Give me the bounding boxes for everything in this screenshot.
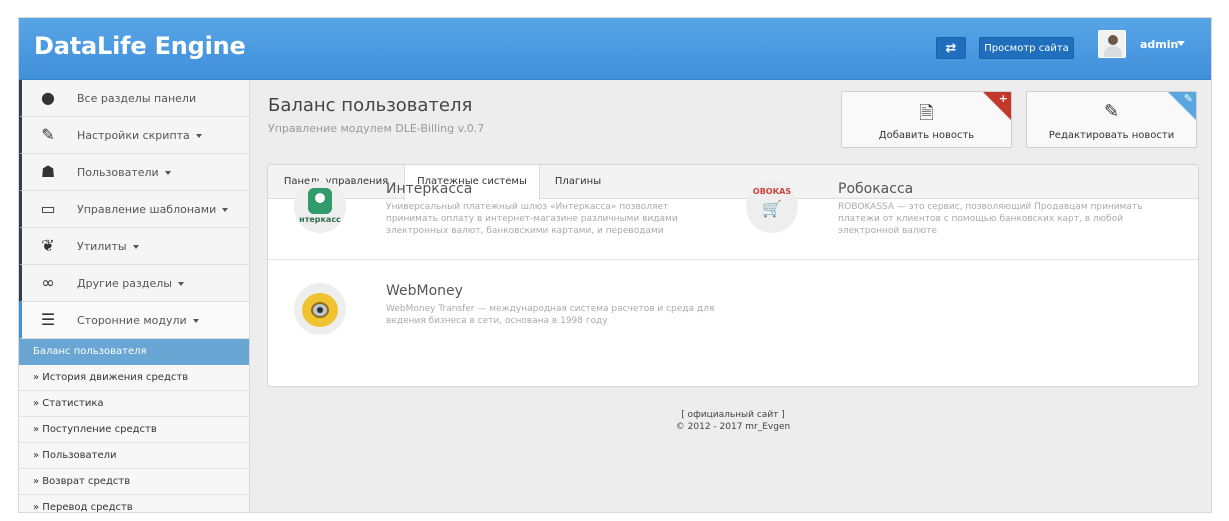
list-icon: ☰ [40, 310, 56, 329]
sidebar-sub-item[interactable]: » Статистика [19, 391, 249, 417]
view-site-button[interactable]: Просмотр сайта [979, 37, 1074, 59]
sidebar-item-text: Сторонние модули [77, 314, 187, 327]
sidebar-item-text: Настройки скрипта [77, 129, 190, 142]
sidebar-item-text: Пользователи [77, 166, 159, 179]
interkassa-logo-text: нтеркасс [299, 215, 341, 224]
chevron-down-icon [177, 282, 184, 286]
divider [268, 259, 1198, 260]
avatar-body [1104, 46, 1122, 57]
sidebar: ● Все разделы панели ✎ Настройки скрипта… [19, 80, 250, 512]
sidebar-item-label: Все разделы панели [77, 92, 197, 105]
sidebar-sub-item[interactable]: » Пользователи [19, 443, 249, 469]
user-name[interactable]: admin [1140, 38, 1178, 51]
webmoney-logo [294, 283, 346, 335]
sidebar-sub-active[interactable]: Баланс пользователя [19, 339, 249, 365]
document-icon: 🗎 [919, 103, 934, 124]
sidebar-item-label: Настройки скрипта [77, 129, 202, 142]
sidebar-item-label: Другие разделы [77, 277, 184, 290]
leaf-icon: ❦ [41, 236, 55, 255]
brand-logo[interactable]: DataLife Engine [34, 32, 246, 60]
edit-news-button[interactable]: ✎ ✎ Редактировать новости [1026, 91, 1197, 148]
robokassa-description: ROBOKASSA — это сервис, позволяющий Прод… [838, 202, 1143, 236]
sidebar-item-utilities[interactable]: ❦ Утилиты [19, 228, 249, 265]
user-icon: ☗ [40, 162, 56, 181]
sidebar-item-script-settings[interactable]: ✎ Настройки скрипта [19, 117, 249, 154]
robokassa-logo-text: ОВОКАS [752, 187, 792, 196]
interkassa-logo: нтеркасс [294, 181, 346, 233]
chevron-down-icon [195, 134, 202, 138]
webmoney-description: WebMoney Transfer — международная систем… [386, 304, 715, 326]
chevron-down-icon[interactable] [1177, 41, 1185, 46]
sidebar-item-templates[interactable]: ▭ Управление шаблонами [19, 191, 249, 228]
webmoney-logo-pupil [317, 307, 323, 313]
sidebar-sub-item[interactable]: » Поступление средств [19, 417, 249, 443]
swap-icon[interactable]: ⇄ [936, 37, 966, 59]
robokassa-logo: ОВОКАS 🛒 [746, 181, 798, 233]
footer: [ официальный сайт ] © 2012 - 2017 mr_Ev… [267, 409, 1199, 433]
sidebar-sub-item[interactable]: » Возврат средств [19, 469, 249, 495]
chevron-down-icon [192, 319, 199, 323]
wrench-icon: ✎ [41, 125, 55, 144]
avatar-head [1108, 35, 1118, 45]
robokassa-name[interactable]: Робокасса [838, 181, 913, 197]
sidebar-sub-item[interactable]: » Перевод средств [19, 495, 249, 512]
official-site-link[interactable]: [ официальный сайт ] [267, 409, 1199, 421]
chevron-down-icon [164, 171, 171, 175]
interkassa-description: Универсальный платежный шлюз «Интеркасса… [386, 202, 678, 236]
edit-icon: ✎ [1103, 101, 1120, 122]
page-subtitle: Управление модулем DLE-Billing v.0.7 [268, 122, 485, 135]
link-icon: ∞ [41, 273, 55, 292]
sidebar-item-text: Утилиты [77, 240, 127, 253]
add-news-button[interactable]: + 🗎 Добавить новость [841, 91, 1012, 148]
interkassa-logo-head [315, 193, 325, 203]
sidebar-item-all-sections[interactable]: ● Все разделы панели [19, 80, 249, 117]
top-header: DataLife Engine ⇄ Просмотр сайта admin [19, 18, 1211, 80]
webmoney-name[interactable]: WebMoney [386, 283, 463, 299]
page-title: Баланс пользователя [268, 95, 473, 116]
interkassa-name[interactable]: Интеркасса [386, 181, 472, 197]
globe-icon: ● [41, 88, 55, 107]
payment-system-webmoney[interactable]: WebMoney WebMoney Transfer — международн… [294, 283, 724, 343]
sidebar-item-label: Управление шаблонами [77, 203, 229, 216]
payment-system-robokassa[interactable]: ОВОКАS 🛒 Робокасса ROBOKASSA — это серви… [746, 181, 1186, 241]
sidebar-item-text: Другие разделы [77, 277, 172, 290]
avatar[interactable] [1098, 30, 1126, 58]
sidebar-item-users[interactable]: ☗ Пользователи [19, 154, 249, 191]
payment-systems-panel: Панель управления Платежные системы Плаг… [267, 164, 1199, 387]
sidebar-item-label: Утилиты [77, 240, 139, 253]
add-news-label: Добавить новость [878, 130, 975, 141]
edit-news-label: Редактировать новости [1048, 130, 1175, 141]
payment-system-interkassa[interactable]: нтеркасс Интеркасса Универсальный платеж… [294, 181, 724, 241]
sidebar-item-label: Сторонние модули [77, 314, 199, 327]
admin-window: DataLife Engine ⇄ Просмотр сайта admin ●… [19, 18, 1211, 512]
sidebar-item-label: Пользователи [77, 166, 171, 179]
user-menu[interactable]: admin [1087, 30, 1207, 62]
cart-icon: 🛒 [762, 199, 782, 218]
sidebar-item-other[interactable]: ∞ Другие разделы [19, 265, 249, 302]
sidebar-sub-item[interactable]: » История движения средств [19, 365, 249, 391]
copyright: © 2012 - 2017 mr_Evgen [675, 422, 791, 432]
laptop-icon: ▭ [40, 199, 56, 218]
sidebar-item-third-party-modules[interactable]: ☰ Сторонние модули [19, 302, 249, 339]
chevron-down-icon [132, 245, 139, 249]
chevron-down-icon [222, 208, 229, 212]
sidebar-item-text: Управление шаблонами [77, 203, 217, 216]
